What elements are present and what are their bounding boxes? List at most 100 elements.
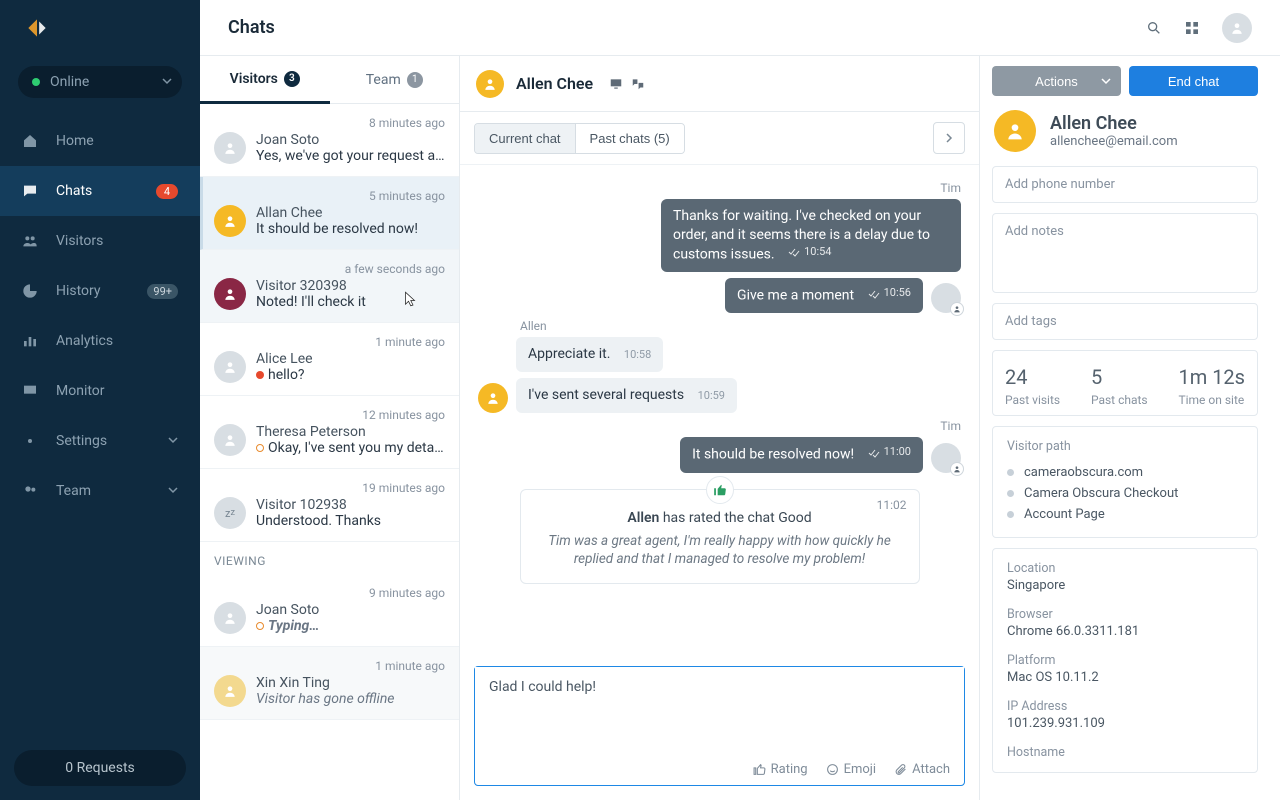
apps-icon[interactable] xyxy=(1184,20,1200,36)
analytics-icon xyxy=(22,333,38,349)
composer-input[interactable]: Glad I could help! xyxy=(475,667,964,754)
message-visitor: Appreciate it. 10:58 xyxy=(516,337,663,372)
user-avatar[interactable] xyxy=(1222,13,1252,43)
tool-emoji[interactable]: Emoji xyxy=(826,762,876,777)
timestamp: 9 minutes ago xyxy=(256,586,445,600)
chat-icon xyxy=(22,183,38,199)
chats-badge: 4 xyxy=(156,184,178,199)
meta-ip: 101.239.931.109 xyxy=(1007,716,1243,731)
conv-name: Visitor 102938 xyxy=(256,497,445,513)
timestamp: 1 minute ago xyxy=(256,659,445,673)
screen-icon[interactable] xyxy=(609,77,623,91)
actions-button[interactable]: Actions xyxy=(992,66,1121,96)
nav-chats[interactable]: Chats 4 xyxy=(0,166,200,216)
panel-heading: Visitor path xyxy=(1007,439,1243,454)
status-label: Online xyxy=(50,74,89,90)
sidebar: Online Home Chats 4 Visitors History 99+… xyxy=(0,0,200,800)
conversation-item[interactable]: 1 minute ago Xin Xin Ting Visitor has go… xyxy=(200,647,459,720)
tool-rating[interactable]: Rating xyxy=(753,762,808,777)
rating-time: 11:02 xyxy=(877,498,907,512)
tab-team[interactable]: Team 1 xyxy=(330,56,460,104)
monitor-icon xyxy=(22,383,38,399)
nav-label: Chats xyxy=(56,183,156,199)
conversation-item[interactable]: a few seconds ago Visitor 320398 Noted! … xyxy=(200,250,459,323)
tab-count: 3 xyxy=(284,71,300,87)
logo xyxy=(0,0,200,56)
thumbs-up-icon xyxy=(706,476,734,504)
history-icon xyxy=(22,283,38,299)
segment-past[interactable]: Past chats (5) xyxy=(575,124,684,153)
thumbs-up-icon xyxy=(753,763,766,776)
agent-avatar xyxy=(931,283,961,313)
notes-input[interactable]: Add notes xyxy=(992,213,1258,293)
visitors-icon xyxy=(22,233,38,249)
conversation-item[interactable]: 1 minute ago Alice Lee hello? xyxy=(200,323,459,396)
segment-current[interactable]: Current chat xyxy=(475,124,575,153)
nav-visitors[interactable]: Visitors xyxy=(0,216,200,266)
conv-name: Theresa Peterson xyxy=(256,424,445,440)
conversation-item[interactable]: zz 19 minutes ago Visitor 102938 Underst… xyxy=(200,469,459,542)
sender-label: Tim xyxy=(478,419,961,433)
tags-input[interactable]: Add tags xyxy=(992,303,1258,340)
unread-dot-icon xyxy=(256,371,264,379)
phone-input[interactable]: Add phone number xyxy=(992,166,1258,203)
nav-label: Settings xyxy=(56,433,168,449)
expand-button[interactable] xyxy=(933,122,965,154)
conv-preview: Visitor has gone offline xyxy=(256,691,445,707)
nav-label: History xyxy=(56,283,147,299)
status-dot-icon xyxy=(32,78,40,86)
page-title: Chats xyxy=(228,17,275,38)
profile-avatar xyxy=(994,110,1036,152)
path-item[interactable]: cameraobscura.com xyxy=(1007,462,1243,483)
timestamp: a few seconds ago xyxy=(256,262,445,276)
timestamp: 5 minutes ago xyxy=(256,189,445,203)
tab-visitors[interactable]: Visitors 3 xyxy=(200,56,330,104)
message-agent: It should be resolved now! 11:00 xyxy=(680,437,923,472)
timestamp: 1 minute ago xyxy=(256,335,445,349)
message-agent: Thanks for waiting. I've checked on your… xyxy=(661,199,961,272)
conversation-item[interactable]: 8 minutes ago Joan Soto Yes, we've got y… xyxy=(200,104,459,177)
conversation-item[interactable]: 12 minutes ago Theresa Peterson Okay, I'… xyxy=(200,396,459,469)
translate-icon[interactable] xyxy=(631,77,645,91)
conv-preview: Noted! I'll check it xyxy=(256,294,445,310)
avatar xyxy=(214,205,246,237)
conv-name: Visitor 320398 xyxy=(256,278,445,294)
requests-pill[interactable]: 0 Requests xyxy=(14,750,186,786)
timestamp: 19 minutes ago xyxy=(256,481,445,495)
section-viewing: VIEWING xyxy=(200,542,459,574)
nav-history[interactable]: History 99+ xyxy=(0,266,200,316)
meta-browser: Chrome 66.0.3311.181 xyxy=(1007,624,1243,639)
end-chat-button[interactable]: End chat xyxy=(1129,66,1258,96)
agent-avatar xyxy=(931,443,961,473)
dot-icon xyxy=(1007,469,1014,476)
tab-count: 1 xyxy=(407,72,423,88)
avatar xyxy=(214,424,246,456)
search-icon[interactable] xyxy=(1146,20,1162,36)
nav-settings[interactable]: Settings xyxy=(0,416,200,466)
path-item[interactable]: Camera Obscura Checkout xyxy=(1007,483,1243,504)
nav-label: Analytics xyxy=(56,333,178,349)
nav-monitor[interactable]: Monitor xyxy=(0,366,200,416)
nav-analytics[interactable]: Analytics xyxy=(0,316,200,366)
paperclip-icon xyxy=(894,763,907,776)
conversation-item[interactable]: 5 minutes ago Allan Chee It should be re… xyxy=(200,177,459,250)
nav-home[interactable]: Home xyxy=(0,116,200,166)
tool-attach[interactable]: Attach xyxy=(894,762,950,777)
conversation-item[interactable]: 9 minutes ago Joan Soto Typing… xyxy=(200,574,459,647)
away-dot-icon xyxy=(256,444,264,452)
stat-chats: 5 xyxy=(1091,365,1148,389)
nav-team[interactable]: Team xyxy=(0,466,200,516)
avatar xyxy=(214,278,246,310)
visitor-avatar xyxy=(478,383,508,413)
meta-location: Singapore xyxy=(1007,578,1243,593)
status-selector[interactable]: Online xyxy=(18,66,182,98)
meta-platform: Mac OS 10.11.2 xyxy=(1007,670,1243,685)
rating-quote: Tim was a great agent, I'm really happy … xyxy=(539,532,901,570)
path-item[interactable]: Account Page xyxy=(1007,504,1243,525)
chevron-down-icon xyxy=(162,74,172,90)
conversation-panel: Allen Chee Current chat Past chats (5) T… xyxy=(460,56,980,800)
emoji-icon xyxy=(826,763,839,776)
chevron-down-icon xyxy=(1101,74,1111,89)
visitor-path-panel: Visitor path cameraobscura.com Camera Ob… xyxy=(992,426,1258,538)
timestamp: 8 minutes ago xyxy=(256,116,445,130)
